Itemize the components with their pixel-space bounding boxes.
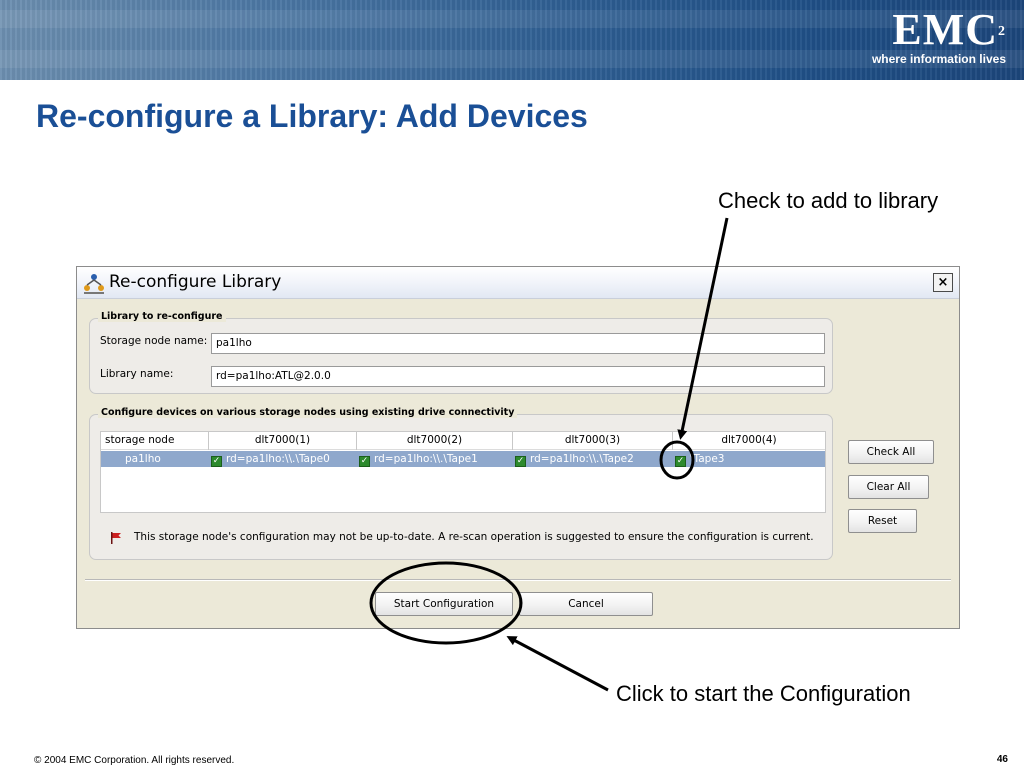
- reset-button[interactable]: Reset: [848, 509, 917, 533]
- checkbox-checked-icon[interactable]: ✓: [675, 456, 686, 467]
- column-header[interactable]: dlt7000(3): [513, 432, 673, 450]
- arrow-to-start-button: [506, 636, 609, 692]
- page-number: 46: [996, 754, 1008, 765]
- devices-group-label: Configure devices on various storage nod…: [98, 407, 518, 418]
- table-header: storage node dlt7000(1) dlt7000(2) dlt70…: [101, 432, 825, 450]
- device-label: rd=pa1lho:\\.\Tape0: [226, 453, 330, 465]
- dialog-title: Re-configure Library: [109, 272, 282, 292]
- column-header[interactable]: storage node: [101, 432, 209, 450]
- library-network-icon: [84, 274, 104, 294]
- dialog-divider: [85, 579, 951, 581]
- banner-stripe: [0, 50, 1024, 68]
- column-header[interactable]: dlt7000(4): [673, 432, 825, 450]
- cancel-button[interactable]: Cancel: [519, 592, 653, 616]
- devices-group: Configure devices on various storage nod…: [89, 407, 833, 560]
- header-banner: EMC2 where information lives: [0, 0, 1024, 80]
- clear-all-button[interactable]: Clear All: [848, 475, 929, 499]
- column-header[interactable]: dlt7000(1): [209, 432, 357, 450]
- storage-node-label: Storage node name:: [100, 335, 208, 347]
- library-group-label: Library to re-configure: [98, 311, 226, 322]
- library-name-field[interactable]: rd=pa1lho:ATL@2.0.0: [211, 366, 825, 387]
- table-row[interactable]: pa1lho ✓ rd=pa1lho:\\.\Tape0 ✓ rd=pa1lho:\…: [101, 451, 825, 467]
- check-all-button[interactable]: Check All: [848, 440, 934, 464]
- start-configuration-button[interactable]: Start Configuration: [375, 592, 513, 616]
- callout-check: Check to add to library: [718, 188, 939, 213]
- library-name-label: Library name:: [100, 368, 174, 380]
- storage-node-field[interactable]: pa1lho: [211, 333, 825, 354]
- logo-text: EMC: [892, 5, 998, 54]
- library-group: Library to re-configure Storage node nam…: [89, 311, 833, 394]
- checkbox-checked-icon[interactable]: ✓: [211, 456, 222, 467]
- device-label: \Tape3: [690, 453, 725, 465]
- callout-start: Click to start the Configuration: [616, 681, 911, 706]
- device-cell[interactable]: ✓ rd=pa1lho:\\.\Tape0: [211, 451, 330, 467]
- close-button[interactable]: ×: [933, 273, 953, 292]
- banner-stripe: [0, 10, 1024, 28]
- device-cell[interactable]: ✓ \Tape3: [675, 451, 724, 467]
- dialog-titlebar[interactable]: Re-configure Library ×: [77, 267, 959, 299]
- emc-logo: EMC2 where information lives: [871, 5, 1006, 67]
- logo-superscript: 2: [998, 24, 1006, 39]
- storage-node-cell: pa1lho: [125, 453, 161, 465]
- device-cell[interactable]: ✓ rd=pa1lho:\\.\Tape2: [515, 451, 634, 467]
- slide-title: Re-configure a Library: Add Devices: [36, 98, 588, 134]
- red-flag-icon: [111, 532, 121, 544]
- checkbox-checked-icon[interactable]: ✓: [515, 456, 526, 467]
- device-label: rd=pa1lho:\\.\Tape2: [530, 453, 634, 465]
- tagline: where information lives: [871, 52, 1006, 66]
- copyright: © 2004 EMC Corporation. All rights reser…: [34, 755, 235, 766]
- device-label: rd=pa1lho:\\.\Tape1: [374, 453, 478, 465]
- column-header[interactable]: dlt7000(2): [357, 432, 513, 450]
- checkbox-checked-icon[interactable]: ✓: [359, 456, 370, 467]
- warning-text: This storage node's configuration may no…: [134, 531, 814, 543]
- devices-table: storage node dlt7000(1) dlt7000(2) dlt70…: [100, 431, 826, 513]
- reconfigure-library-dialog: Re-configure Library × Library to re-con…: [76, 266, 960, 629]
- device-cell[interactable]: ✓ rd=pa1lho:\\.\Tape1: [359, 451, 478, 467]
